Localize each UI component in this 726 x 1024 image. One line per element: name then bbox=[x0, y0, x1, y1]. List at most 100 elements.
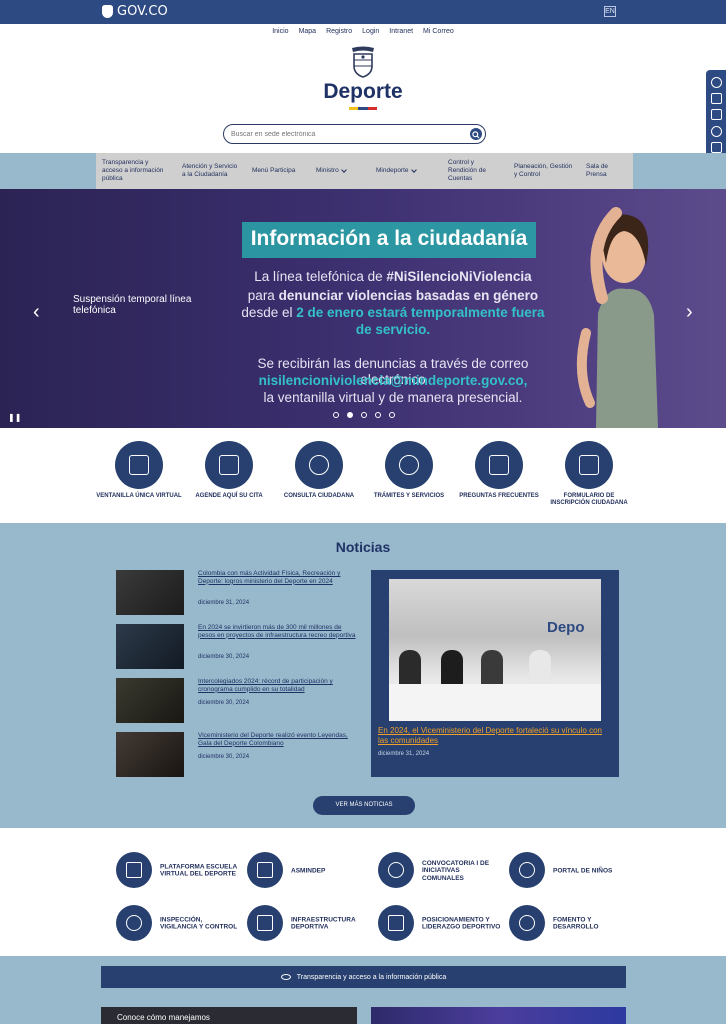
top-link-intranet[interactable]: Intranet bbox=[389, 28, 413, 35]
quick-consulta-ciudadana[interactable]: CONSULTA CIUDADANA bbox=[274, 441, 364, 500]
carousel-dot-active[interactable] bbox=[347, 412, 353, 418]
news-title[interactable]: Intercolegiados 2024: récord de particip… bbox=[198, 678, 356, 694]
top-link-mapa[interactable]: Mapa bbox=[299, 28, 317, 35]
service-escuela-virtual[interactable]: PLATAFORMA ESCUELA VIRTUAL DEL DEPORTE bbox=[116, 852, 241, 890]
gov-co-bar: GOV.CO EN bbox=[0, 0, 726, 24]
nav-item-label: Transparencia y acceso a información púb… bbox=[102, 158, 164, 183]
hero-line-7: la ventanilla virtual y de manera presen… bbox=[263, 390, 523, 405]
info-card[interactable]: Conoce cómo manejamos bbox=[101, 1007, 357, 1024]
person-figure bbox=[399, 650, 421, 684]
nav-item-control[interactable]: Control y Rendición de Cuentas bbox=[442, 159, 508, 183]
carousel-prev-button[interactable]: ‹ bbox=[33, 301, 40, 324]
featured-news-title[interactable]: En 2024, el Viceministerio del Deporte f… bbox=[378, 726, 608, 745]
main-nav: Transparencia y acceso a información púb… bbox=[96, 153, 633, 189]
hero-side-text[interactable]: Suspensión temporal línea telefónica bbox=[73, 294, 223, 316]
top-link-registro[interactable]: Registro bbox=[326, 28, 352, 35]
font-increase-icon[interactable] bbox=[710, 109, 722, 121]
nav-item-transparencia[interactable]: Transparencia y acceso a información púb… bbox=[96, 159, 176, 183]
service-label: INFRAESTRUCTURA DEPORTIVA bbox=[291, 916, 356, 931]
promo-card[interactable] bbox=[371, 1007, 626, 1024]
nav-item-mindeporte[interactable]: Mindeporte bbox=[370, 167, 442, 175]
quick-agende-cita[interactable]: AGENDE AQUÍ SU CITA bbox=[184, 441, 274, 500]
building-icon bbox=[247, 905, 283, 941]
news-thumbnail[interactable] bbox=[116, 624, 184, 669]
news-heading: Noticias bbox=[335, 539, 391, 555]
carousel-dot[interactable] bbox=[389, 412, 395, 418]
carousel-dots bbox=[333, 412, 395, 418]
top-link-mi-correo[interactable]: Mi Correo bbox=[423, 28, 454, 35]
service-fomento[interactable]: FOMENTO Y DESARROLLO bbox=[509, 905, 634, 943]
featured-news-photo[interactable]: Depo bbox=[389, 579, 601, 721]
flag-icon bbox=[378, 905, 414, 941]
transparency-link-bar[interactable]: Transparencia y acceso a la información … bbox=[101, 966, 626, 988]
hero-woman-image bbox=[576, 207, 658, 428]
quick-formulario[interactable]: FORMULARIO DE INSCRIPCIÓN CIUDADANA bbox=[544, 441, 634, 507]
nav-item-label: Ministro bbox=[316, 166, 339, 174]
nav-item-label: Sala de Prensa bbox=[586, 162, 609, 178]
nav-item-ministro[interactable]: Ministro bbox=[310, 167, 370, 175]
top-link-login[interactable]: Login bbox=[362, 28, 379, 35]
hero-line-3a: desde el bbox=[241, 305, 297, 320]
news-title[interactable]: Viceministerio del Deporte realizó event… bbox=[198, 732, 356, 748]
service-portal-ninos[interactable]: PORTAL DE NIÑOS bbox=[509, 852, 634, 890]
magnifier-icon bbox=[116, 905, 152, 941]
accessibility-info-icon[interactable] bbox=[710, 125, 722, 137]
service-convocatoria[interactable]: CONVOCATORIA I DE INICIATIVAS COMUNALES bbox=[378, 852, 503, 890]
language-toggle[interactable]: EN bbox=[604, 6, 616, 17]
news-thumbnail[interactable] bbox=[116, 570, 184, 615]
hero-line-2: para denunciar violencias basadas en gén… bbox=[228, 288, 558, 304]
news-thumbnail[interactable] bbox=[116, 732, 184, 777]
quick-label: VENTANILLA ÚNICA VIRTUAL bbox=[96, 493, 182, 499]
service-asmindep[interactable]: ASMINDEP bbox=[247, 852, 372, 890]
quick-ventanilla[interactable]: VENTANILLA ÚNICA VIRTUAL bbox=[94, 441, 184, 500]
more-news-button[interactable]: VER MÁS NOTICIAS bbox=[313, 796, 415, 815]
featured-news-date: diciembre 31, 2024 bbox=[378, 751, 430, 757]
nav-item-sala-prensa[interactable]: Sala de Prensa bbox=[580, 163, 630, 179]
nav-item-menu-participa[interactable]: Menú Participa bbox=[246, 167, 310, 175]
eye-icon bbox=[280, 974, 291, 980]
search-input[interactable] bbox=[231, 128, 461, 140]
quick-tramites[interactable]: TRÁMITES Y SERVICIOS bbox=[364, 441, 454, 500]
hero-title: Información a la ciudadanía bbox=[250, 227, 528, 250]
nav-item-label: Control y Rendición de Cuentas bbox=[448, 158, 486, 183]
growth-icon bbox=[509, 905, 545, 941]
quick-preguntas[interactable]: PREGUNTAS FRECUENTES bbox=[454, 441, 544, 500]
carousel-dot[interactable] bbox=[361, 412, 367, 418]
certificate-icon bbox=[247, 852, 283, 888]
top-link-inicio[interactable]: Inicio bbox=[272, 28, 288, 35]
service-label: PLATAFORMA ESCUELA VIRTUAL DEL DEPORTE bbox=[160, 863, 237, 878]
news-item: Colombia con más Actividad Física, Recre… bbox=[116, 570, 356, 616]
site-title[interactable]: Deporte bbox=[0, 80, 726, 104]
nav-item-label: Atención y Servicio a la Ciudadanía bbox=[182, 162, 238, 178]
featured-photo-logo: Depo bbox=[547, 619, 585, 636]
hero-email: nisilencioniviolencia@mindeporte.gov.co, bbox=[258, 373, 528, 388]
carousel-dot[interactable] bbox=[333, 412, 339, 418]
nav-item-atencion[interactable]: Atención y Servicio a la Ciudadanía bbox=[176, 163, 246, 179]
gov-co-logo[interactable]: GOV.CO bbox=[102, 4, 168, 19]
service-infraestructura[interactable]: INFRAESTRUCTURA DEPORTIVA bbox=[247, 905, 372, 943]
news-date: diciembre 30, 2024 bbox=[198, 700, 250, 706]
font-decrease-icon[interactable] bbox=[710, 93, 722, 105]
services-grid: PLATAFORMA ESCUELA VIRTUAL DEL DEPORTE A… bbox=[0, 828, 726, 956]
carousel-pause-button[interactable]: ❚❚ bbox=[8, 413, 21, 422]
chevron-down-icon bbox=[410, 167, 417, 173]
sign-language-icon[interactable] bbox=[710, 142, 722, 154]
contrast-icon[interactable] bbox=[710, 76, 722, 88]
service-posicionamiento[interactable]: POSICIONAMIENTO Y LIDERAZGO DEPORTIVO bbox=[378, 905, 503, 943]
news-title[interactable]: Colombia con más Actividad Física, Recre… bbox=[198, 570, 356, 586]
stripe-yellow bbox=[349, 107, 359, 110]
question-icon bbox=[475, 441, 523, 489]
quick-label: TRÁMITES Y SERVICIOS bbox=[373, 493, 445, 499]
carousel-dot[interactable] bbox=[375, 412, 381, 418]
news-date: diciembre 31, 2024 bbox=[198, 600, 250, 606]
news-thumbnail[interactable] bbox=[116, 678, 184, 723]
hero-line-1a: La línea telefónica de bbox=[254, 269, 387, 284]
news-title[interactable]: En 2024 se invirtieron más de 300 mil mi… bbox=[198, 624, 356, 640]
nav-item-planeacion[interactable]: Planeación, Gestión y Control bbox=[508, 163, 580, 179]
search-button[interactable] bbox=[470, 128, 482, 140]
carousel-next-button[interactable]: › bbox=[686, 301, 693, 324]
quick-label: FORMULARIO DE INSCRIPCIÓN CIUDADANA bbox=[550, 493, 628, 506]
service-inspeccion[interactable]: INSPECCIÓN, VIGILANCIA Y CONTROL bbox=[116, 905, 241, 943]
hero-line-1: La línea telefónica de #NiSilencioNiViol… bbox=[228, 269, 558, 285]
stripe-red bbox=[367, 107, 377, 110]
